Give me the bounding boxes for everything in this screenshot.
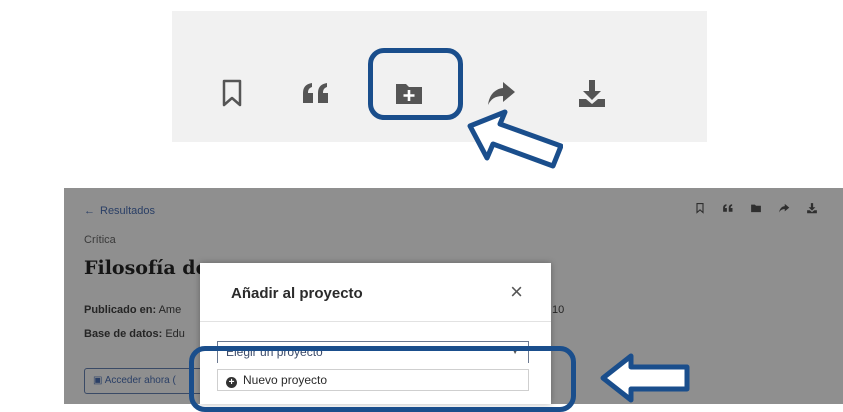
database-row: Base de datos: Edu <box>84 328 185 340</box>
back-link-label: Resultados <box>100 205 156 217</box>
quote-icon[interactable] <box>722 202 734 214</box>
new-project-highlight <box>189 346 576 412</box>
folder-add-icon[interactable] <box>750 202 762 214</box>
modal-divider <box>200 321 551 322</box>
pointer-arrow-left-icon <box>599 352 691 404</box>
share-icon[interactable] <box>778 202 790 214</box>
close-icon[interactable]: × <box>510 281 523 303</box>
download-icon[interactable] <box>806 202 818 214</box>
published-row: Publicado en: Ame <box>84 304 181 316</box>
back-to-results-link[interactable]: ← Resultados <box>84 205 155 217</box>
page-title: Filosofía de <box>84 257 208 279</box>
document-icon: ▣ <box>93 375 103 386</box>
arrow-left-icon: ← <box>84 205 95 217</box>
bookmark-icon[interactable] <box>216 77 248 109</box>
mini-toolbar <box>694 202 818 214</box>
folder-add-highlight <box>368 48 463 120</box>
share-icon[interactable] <box>485 77 517 109</box>
published-value: Ame <box>158 304 182 316</box>
database-value: Edu <box>165 328 185 340</box>
modal-title: Añadir al proyecto <box>231 285 363 302</box>
pointer-arrow-icon <box>465 108 564 170</box>
download-icon[interactable] <box>576 77 608 109</box>
database-label: Base de datos: <box>84 328 163 340</box>
access-button-label: Acceder ahora ( <box>104 375 176 386</box>
published-label: Publicado en: <box>84 304 157 316</box>
breadcrumb: Crítica <box>84 234 116 246</box>
year-fragment: 10 <box>552 304 565 316</box>
quote-icon[interactable] <box>300 77 332 109</box>
bookmark-icon[interactable] <box>694 202 706 214</box>
